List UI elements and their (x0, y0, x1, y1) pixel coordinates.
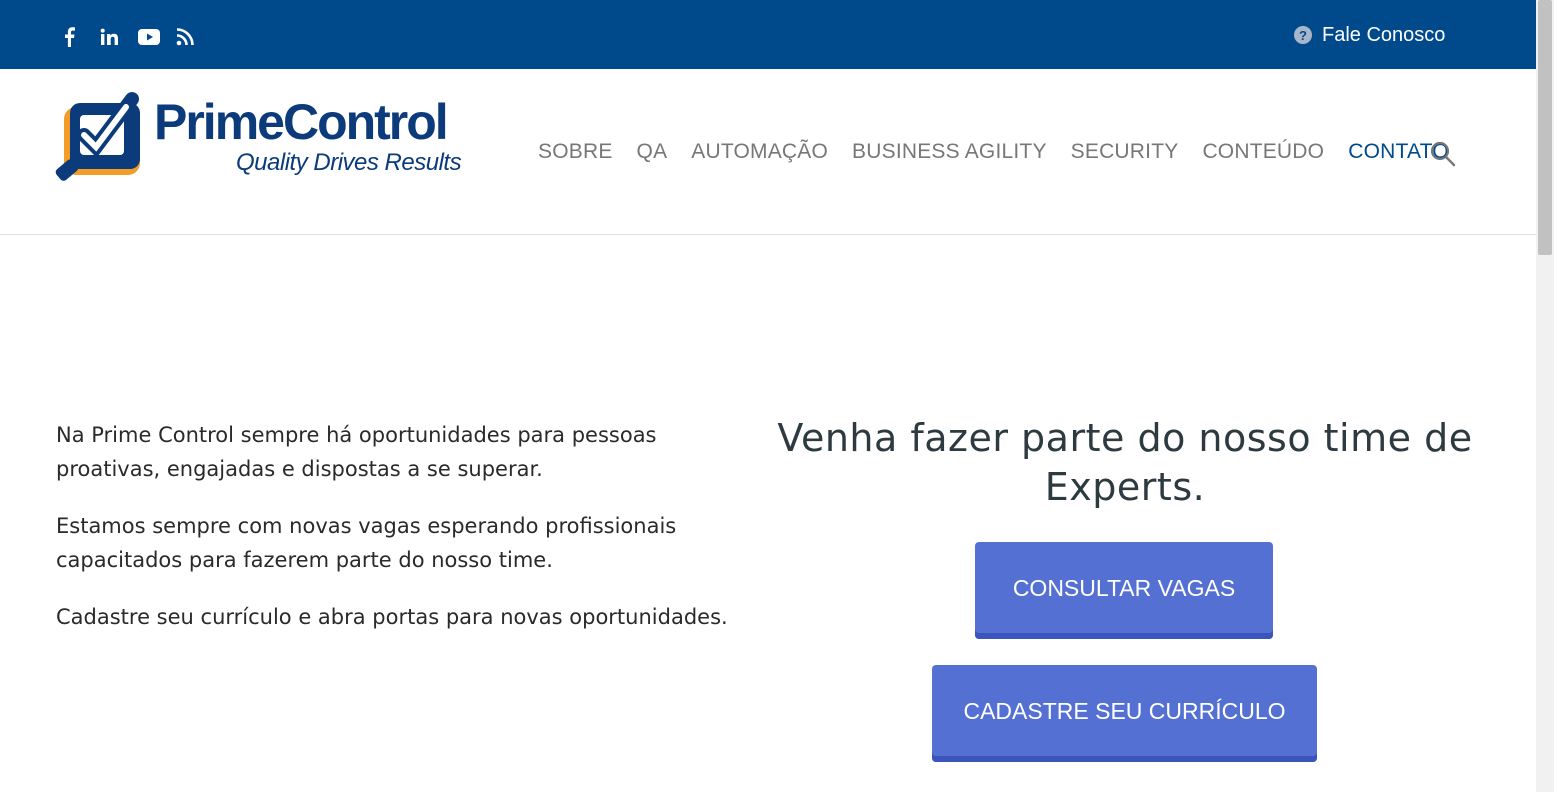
prime-control-logo[interactable]: PrimeControl Quality Drives Results (54, 91, 474, 187)
search-icon[interactable] (1430, 141, 1456, 167)
question-circle-icon: ? (1294, 26, 1312, 44)
nav-item-business-agility[interactable]: BUSINESS AGILITY (852, 140, 1047, 164)
nav-item-automacao[interactable]: AUTOMAÇÃO (691, 140, 828, 164)
youtube-icon[interactable] (138, 24, 176, 50)
main-nav: SOBRE QA AUTOMAÇÃO BUSINESS AGILITY SECU… (538, 140, 1473, 164)
top-bar: ? Fale Conosco (0, 0, 1536, 69)
facebook-icon[interactable] (62, 24, 100, 50)
linkedin-icon[interactable] (100, 24, 138, 50)
rss-icon[interactable] (176, 24, 214, 50)
cta-heading: Venha fazer parte do nosso time de Exper… (777, 416, 1473, 509)
page-scrollbar[interactable] (1536, 0, 1554, 792)
nav-item-conteudo[interactable]: CONTEÚDO (1202, 140, 1324, 164)
intro-paragraph: Na Prime Control sempre há oportunidades… (56, 423, 657, 481)
logo-name: PrimeControl (154, 94, 449, 150)
nav-item-qa[interactable]: QA (637, 140, 668, 164)
cadastre-curriculo-button[interactable]: CADASTRE SEU CURRÍCULO (932, 665, 1317, 762)
logo-checkbox-icon (55, 92, 140, 181)
logo-tagline: Quality Drives Results (236, 149, 462, 176)
fale-conosco-label: Fale Conosco (1322, 23, 1446, 46)
social-links (62, 24, 214, 50)
intro-text: Na Prime Control sempre há oportunidades… (56, 418, 736, 657)
intro-paragraph: Estamos sempre com novas vagas esperando… (56, 514, 677, 572)
scrollbar-thumb[interactable] (1538, 0, 1552, 255)
intro-paragraph: Cadastre seu currículo e abra portas par… (56, 605, 728, 629)
fale-conosco-link[interactable]: ? Fale Conosco (1294, 22, 1445, 48)
nav-item-security[interactable]: SECURITY (1071, 140, 1179, 164)
nav-item-sobre[interactable]: SOBRE (538, 140, 613, 164)
consultar-vagas-button[interactable]: CONSULTAR VAGAS (975, 542, 1273, 639)
site-header: PrimeControl Quality Drives Results SOBR… (0, 69, 1536, 235)
